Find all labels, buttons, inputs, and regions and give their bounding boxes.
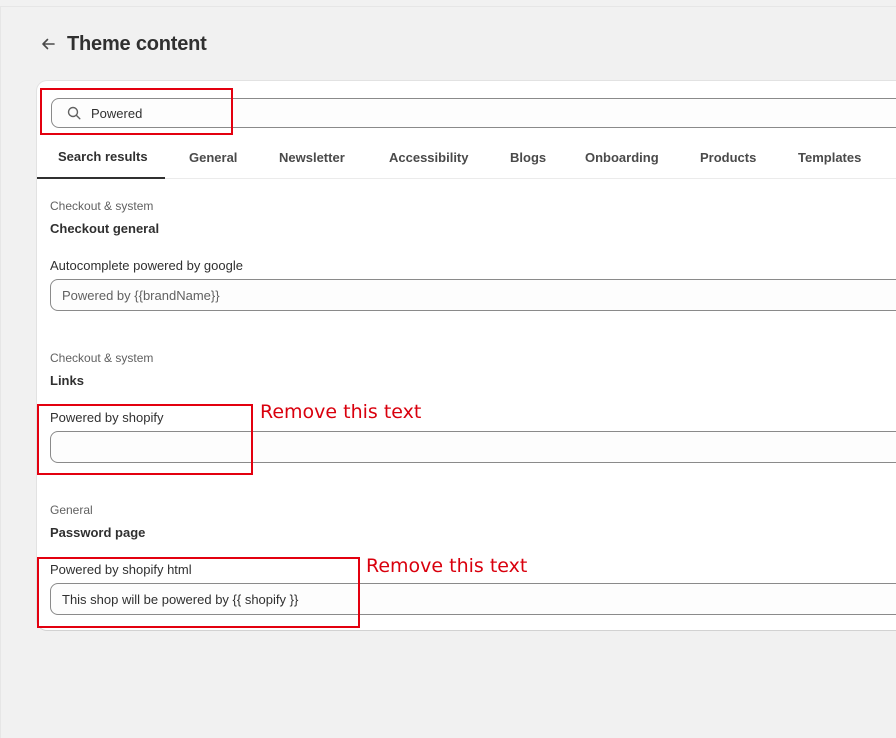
tab-accessibility[interactable]: Accessibility: [389, 136, 469, 178]
field-label: Autocomplete powered by google: [50, 258, 243, 273]
tab-products[interactable]: Products: [700, 136, 756, 178]
group-title: Links: [50, 373, 84, 388]
left-divider: [0, 6, 1, 738]
tab-templates[interactable]: Templates: [798, 136, 861, 178]
powered-by-shopify-html-field[interactable]: [50, 583, 896, 615]
tab-bar: Search results General Newsletter Access…: [37, 136, 896, 179]
arrow-left-icon: [42, 38, 55, 50]
search-field[interactable]: [51, 98, 896, 128]
annotation-note: Remove this text: [260, 401, 422, 423]
page-header: Theme content: [38, 30, 207, 58]
top-divider: [0, 6, 896, 7]
theme-content-card: Search results General Newsletter Access…: [37, 81, 896, 630]
tab-newsletter[interactable]: Newsletter: [279, 136, 345, 178]
search-input[interactable]: [91, 105, 871, 121]
tab-blogs[interactable]: Blogs: [510, 136, 546, 178]
field-label: Powered by shopify: [50, 410, 164, 425]
group-title: Password page: [50, 525, 146, 540]
page-title: Theme content: [67, 32, 207, 55]
group-category: Checkout & system: [50, 199, 154, 213]
group-title: Checkout general: [50, 221, 160, 236]
tab-search-results[interactable]: Search results: [37, 136, 165, 179]
autocomplete-powered-by-google-field[interactable]: [50, 279, 896, 311]
theme-content-page: Theme content Search results General New…: [0, 0, 896, 738]
group-category: Checkout & system: [50, 351, 154, 365]
annotation-note: Remove this text: [366, 555, 528, 577]
field-label: Powered by shopify html: [50, 562, 192, 577]
tab-general[interactable]: General: [189, 136, 237, 178]
group-category: General: [50, 503, 93, 517]
back-button[interactable]: [38, 34, 58, 54]
search-icon: [66, 105, 82, 121]
powered-by-shopify-field[interactable]: [50, 431, 896, 463]
tab-onboarding[interactable]: Onboarding: [585, 136, 659, 178]
